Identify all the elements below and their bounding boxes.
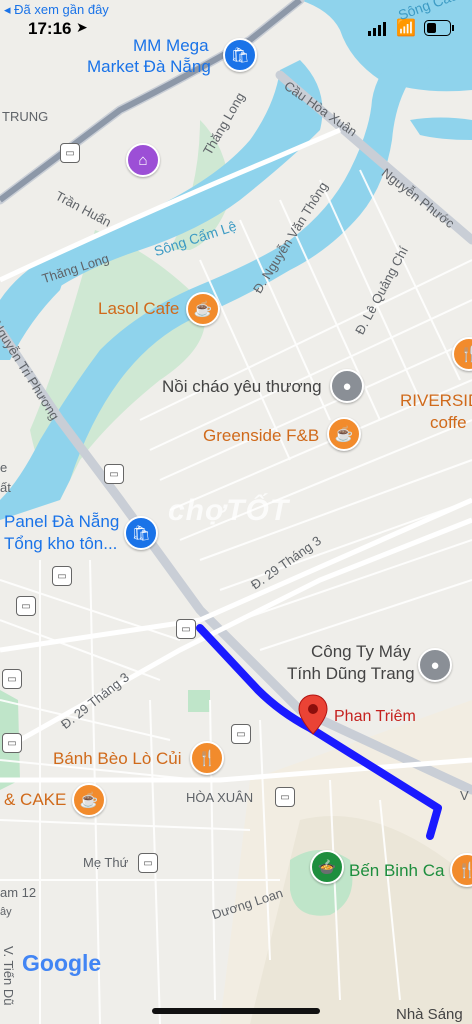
poi-label[interactable]: Tính Dũng Trang <box>287 664 415 684</box>
area-label: HÒA XUÂN <box>186 790 254 805</box>
street-label: ây <box>0 906 12 918</box>
battery-icon <box>424 20 454 36</box>
poi-label[interactable]: Tổng kho tôn... <box>4 534 117 554</box>
shopping-bag-icon[interactable]: 🛍 <box>124 516 158 550</box>
street-label: am 12 <box>0 885 37 900</box>
bus-stop-icon[interactable]: ▭ <box>231 724 251 744</box>
watermark: chợTỐT <box>168 494 290 527</box>
street-label: e <box>0 460 8 475</box>
bus-stop-icon[interactable]: ▭ <box>16 596 36 616</box>
destination-label[interactable]: Phan Triêm <box>334 708 416 726</box>
destination-marker-icon[interactable] <box>298 694 328 736</box>
street-label: Mẹ Thứ <box>83 855 129 870</box>
poi-label[interactable]: Công Ty Máy <box>311 642 411 662</box>
street-label: ất <box>0 480 11 495</box>
poi-label[interactable]: RIVERSID <box>400 391 472 411</box>
poi-label[interactable]: coffe <box>430 413 467 433</box>
poi-label[interactable]: Bánh Bèo Lò Củi <box>53 749 182 769</box>
bus-stop-icon[interactable]: ▭ <box>275 787 295 807</box>
restaurant-icon[interactable]: 🍴 <box>190 741 224 775</box>
poi-label[interactable]: MM Mega <box>133 36 209 56</box>
poi-label[interactable]: Bến Binh Ca <box>349 861 444 881</box>
cafe-icon[interactable]: ☕ <box>72 783 106 817</box>
pin-icon[interactable]: ● <box>330 369 364 403</box>
cafe-icon[interactable]: ☕ <box>186 292 220 326</box>
cellular-signal-icon <box>368 22 386 36</box>
google-logo: Google <box>22 950 102 976</box>
clock: 17:16 <box>28 19 72 38</box>
street-label: V. Tiến Dũ <box>1 946 16 1006</box>
restaurant-icon[interactable]: 🍲 <box>310 850 344 884</box>
pin-icon[interactable]: ● <box>418 648 452 682</box>
landmark-icon[interactable]: ⌂ <box>126 143 160 177</box>
bus-stop-icon[interactable]: ▭ <box>104 464 124 484</box>
poi-label[interactable]: Lasol Cafe <box>98 299 179 319</box>
poi-label[interactable]: Nhà Sáng <box>396 1006 463 1023</box>
poi-label[interactable]: Panel Đà Nẵng <box>4 512 119 532</box>
home-indicator[interactable] <box>152 1008 320 1014</box>
bus-stop-icon[interactable]: ▭ <box>2 669 22 689</box>
shopping-bag-icon[interactable]: 🛍 <box>223 38 257 72</box>
poi-label[interactable]: Market Đà Nẵng <box>87 57 211 77</box>
bus-stop-icon[interactable]: ▭ <box>60 143 80 163</box>
bus-stop-icon[interactable]: ▭ <box>138 853 158 873</box>
street-label: V <box>460 788 469 803</box>
poi-label[interactable]: Nồi cháo yêu thương <box>162 377 322 397</box>
location-arrow-icon: ➤ <box>76 19 88 35</box>
cafe-icon[interactable]: ☕ <box>327 417 361 451</box>
bus-stop-icon[interactable]: ▭ <box>52 566 72 586</box>
back-to-recent-link[interactable]: ◂ Đã xem gần đây <box>4 2 109 18</box>
bus-stop-icon[interactable]: ▭ <box>2 733 22 753</box>
poi-label[interactable]: & CAKE <box>4 790 66 810</box>
street-label: TRUNG <box>2 109 49 124</box>
bus-stop-icon[interactable]: ▭ <box>176 619 196 639</box>
poi-label[interactable]: Greenside F&B <box>203 426 319 446</box>
